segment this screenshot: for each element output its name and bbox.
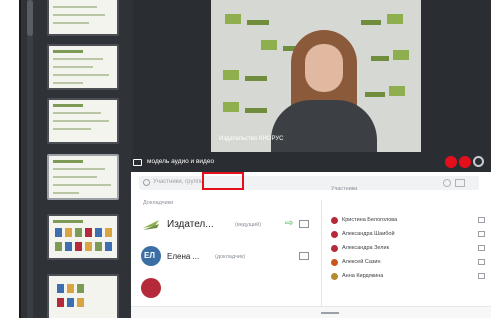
device-icon	[478, 231, 485, 237]
thumbnails-scrollbar-thumb[interactable]	[27, 0, 33, 36]
search-input[interactable]: Участники, группы	[153, 179, 204, 185]
hosts-header: Докладчики	[143, 200, 174, 206]
host-name: Елена ...	[167, 252, 200, 261]
device-icon	[478, 217, 485, 223]
avatar	[141, 278, 161, 298]
host-role: (ведущий)	[235, 222, 262, 228]
presenter-face	[305, 44, 343, 92]
participants-search[interactable]: Участники, группы	[139, 172, 479, 190]
slide-thumbnail[interactable]	[47, 214, 119, 260]
participant-item[interactable]: Александра Зелик	[331, 244, 489, 254]
screenshot-frame: Издательство КНОРУС модель аудио и видео…	[0, 0, 491, 318]
video-caption: Издательство КНОРУС	[219, 136, 284, 142]
device-icon	[478, 245, 485, 251]
mic-off-button[interactable]	[445, 156, 457, 168]
thumbnails-scrollbar[interactable]	[27, 0, 33, 318]
panel-bottom-bar	[131, 306, 491, 318]
avatar: ЕЛ	[141, 246, 161, 266]
camera-icon[interactable]	[133, 159, 142, 166]
participants-panel: Участники, группы Докладчики Участники И…	[131, 172, 491, 318]
slide-thumbnail-current[interactable]	[47, 154, 119, 200]
screen-icon[interactable]	[299, 220, 309, 228]
media-toolbar: модель аудио и видео	[131, 156, 491, 170]
participant-avatar	[331, 231, 338, 238]
presenter-body	[271, 100, 377, 152]
participant-item[interactable]: Кристина Белоголова	[331, 216, 489, 226]
speaker-video[interactable]: Издательство КНОРУС	[211, 0, 421, 152]
participant-avatar	[331, 217, 338, 224]
screen-icon[interactable]	[299, 252, 309, 260]
host-row[interactable]: Издател... (ведущий) ⇨	[141, 214, 315, 236]
participant-name: Александра Шаибой	[342, 231, 395, 237]
gear-icon[interactable]	[473, 156, 484, 167]
participant-avatar	[331, 273, 338, 280]
participant-name: Кристина Белоголова	[342, 217, 398, 223]
device-icon	[478, 259, 485, 265]
slide-thumbnails-panel	[21, 0, 133, 318]
webinar-app: Издательство КНОРУС модель аудио и видео…	[21, 0, 491, 318]
participant-name: Алексей Сазин	[342, 259, 381, 265]
slide-thumbnail[interactable]	[47, 274, 119, 318]
participants-header: Участники	[331, 186, 358, 192]
list-view-icon[interactable]	[455, 179, 465, 187]
participant-name: Анна Кирдякина	[342, 273, 384, 279]
columns-divider	[321, 200, 322, 310]
participant-item[interactable]: Анна Кирдякина	[331, 272, 489, 282]
participant-name: Александра Зелик	[342, 245, 389, 251]
arrow-right-icon: ⇨	[285, 218, 294, 229]
participant-avatar	[331, 245, 338, 252]
host-role: (докладчик)	[215, 254, 246, 260]
outer-margin	[0, 0, 20, 318]
camera-off-button[interactable]	[459, 156, 471, 168]
slide-thumbnail[interactable]	[47, 98, 119, 144]
host-row[interactable]	[141, 278, 315, 300]
media-mode-label[interactable]: модель аудио и видео	[147, 158, 214, 165]
participant-item[interactable]: Александра Шаибой	[331, 230, 489, 240]
search-icon	[143, 179, 150, 186]
avatar-initials: ЕЛ	[144, 251, 155, 260]
resize-handle[interactable]	[321, 312, 339, 314]
participant-item[interactable]: Алексей Сазин	[331, 258, 489, 268]
slide-thumbnail[interactable]	[47, 0, 119, 36]
participant-avatar	[331, 259, 338, 266]
device-icon	[478, 273, 485, 279]
slide-thumbnail[interactable]	[47, 44, 119, 90]
logo-avatar	[141, 214, 161, 234]
host-name: Издател...	[167, 219, 214, 230]
host-row[interactable]: ЕЛ Елена ... (докладчик)	[141, 246, 315, 268]
filter-icon[interactable]	[443, 179, 451, 187]
annotation-highlight-box	[202, 172, 244, 190]
